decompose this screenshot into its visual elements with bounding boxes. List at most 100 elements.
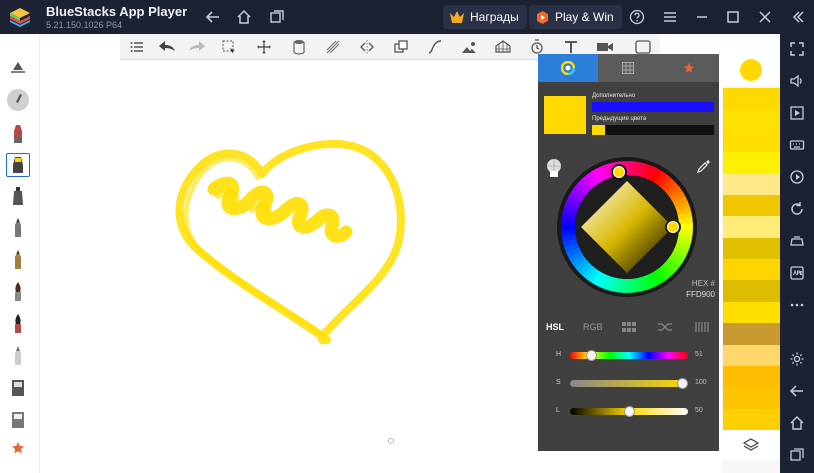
palette-swatch[interactable]	[723, 152, 780, 174]
rotate-icon[interactable]	[786, 198, 808, 220]
menu-icon[interactable]	[659, 6, 681, 28]
perspective-icon[interactable]	[492, 36, 514, 58]
saturation-slider-knob[interactable]	[677, 378, 688, 389]
list-icon[interactable]	[126, 36, 148, 58]
color-wheel-icon	[561, 61, 575, 75]
bars-mode-icon[interactable]	[695, 322, 709, 332]
layers-button[interactable]	[722, 430, 780, 460]
hex-value[interactable]: FFD900	[686, 290, 715, 299]
undo-icon[interactable]	[156, 36, 178, 58]
fountain-pen-icon[interactable]	[6, 248, 30, 272]
extra-colors-label: Дополнительно	[592, 93, 636, 99]
drawing-canvas[interactable]	[40, 34, 540, 473]
airbrush-icon[interactable]	[6, 153, 30, 177]
extra-color-bar[interactable]	[592, 102, 714, 112]
spray-icon[interactable]	[6, 184, 30, 208]
fullscreen-icon[interactable]	[786, 38, 808, 60]
play-win-label: Play & Win	[555, 10, 614, 24]
apk-icon[interactable]	[786, 262, 808, 284]
settings-icon[interactable]	[786, 348, 808, 370]
mode-rgb-tab[interactable]: RGB	[583, 322, 603, 332]
eyedropper-icon[interactable]	[696, 158, 712, 174]
palette-swatch[interactable]	[723, 301, 780, 324]
layers-stack-icon[interactable]	[288, 36, 310, 58]
curve-icon[interactable]	[424, 36, 446, 58]
ink-brush-icon[interactable]	[6, 312, 30, 336]
hue-slider-knob[interactable]	[586, 350, 597, 361]
marker-icon[interactable]	[6, 122, 30, 146]
right-sidebar	[780, 34, 814, 473]
grid-icon	[622, 62, 634, 74]
keyboard-icon[interactable]	[786, 134, 808, 156]
volume-icon[interactable]	[786, 70, 808, 92]
previous-color-chip[interactable]	[592, 125, 605, 135]
canvas-handle[interactable]	[388, 438, 394, 444]
android-home-icon[interactable]	[786, 412, 808, 434]
lightness-label: L	[556, 407, 560, 414]
collapse-sidebar-icon[interactable]	[787, 6, 809, 28]
pen-icon[interactable]	[6, 216, 30, 240]
previous-colors-bar[interactable]	[592, 125, 714, 135]
transform-icon[interactable]	[390, 36, 412, 58]
hue-label: H	[556, 351, 562, 358]
color-tabs	[538, 54, 719, 82]
eraser-icon[interactable]	[6, 376, 30, 400]
rewards-button[interactable]: Награды	[443, 5, 527, 29]
palette-swatch[interactable]	[723, 323, 780, 345]
android-back-icon[interactable]	[786, 380, 808, 402]
lightness-slider-knob[interactable]	[624, 406, 635, 417]
gamepad-icon[interactable]	[786, 230, 808, 252]
crown-icon	[450, 11, 464, 23]
close-icon[interactable]	[754, 6, 776, 28]
favorites-tab[interactable]	[658, 54, 719, 82]
stamp-icon[interactable]	[6, 408, 30, 432]
redo-icon[interactable]	[186, 36, 208, 58]
current-color-swatch[interactable]	[544, 96, 586, 134]
recent-apps-icon[interactable]	[786, 444, 808, 466]
multi-instance-icon[interactable]	[266, 6, 288, 28]
palette-swatch[interactable]	[723, 88, 780, 110]
color-wheel-tab[interactable]	[538, 54, 598, 82]
saturation-value: 100	[695, 379, 707, 386]
minimize-icon[interactable]	[691, 6, 713, 28]
palette-swatch[interactable]	[723, 365, 780, 388]
brush-icon[interactable]	[6, 280, 30, 304]
brush-size-icon[interactable]	[6, 88, 30, 112]
palette-swatch[interactable]	[723, 344, 780, 367]
back-icon[interactable]	[202, 6, 224, 28]
move-icon[interactable]	[253, 36, 275, 58]
mode-hsl-tab[interactable]: HSL	[546, 322, 564, 332]
palette-swatch[interactable]	[723, 130, 780, 153]
palette-swatch[interactable]	[723, 216, 780, 239]
ruler-icon[interactable]	[6, 56, 30, 80]
macro-icon[interactable]	[786, 166, 808, 188]
favorite-star-icon[interactable]	[6, 436, 30, 460]
palette-swatch[interactable]	[723, 173, 780, 196]
palette-swatch[interactable]	[723, 194, 780, 217]
shuffle-icon[interactable]	[657, 322, 673, 332]
color-wheel[interactable]	[557, 157, 697, 297]
palette-swatch[interactable]	[723, 387, 780, 410]
previous-colors-label: Предыдущие цвета	[592, 116, 647, 122]
palette-swatch[interactable]	[723, 280, 780, 303]
home-icon[interactable]	[233, 6, 255, 28]
play-win-button[interactable]: Play & Win	[529, 5, 622, 29]
color-grid-tab[interactable]	[598, 54, 658, 82]
selection-icon[interactable]	[218, 36, 240, 58]
palette-swatch[interactable]	[723, 109, 780, 132]
palette-swatch[interactable]	[723, 408, 780, 431]
image-icon[interactable]	[458, 36, 480, 58]
blender-icon[interactable]	[6, 344, 30, 368]
symmetry-icon[interactable]	[356, 36, 378, 58]
palette-swatch[interactable]	[723, 259, 780, 281]
more-icon[interactable]	[786, 294, 808, 316]
current-color-dot[interactable]	[740, 59, 762, 81]
maximize-icon[interactable]	[722, 6, 744, 28]
fill-pattern-icon[interactable]	[322, 36, 344, 58]
help-icon[interactable]	[626, 6, 648, 28]
palette-swatch[interactable]	[723, 237, 780, 260]
play-win-icon	[537, 10, 548, 24]
saturation-slider[interactable]	[570, 380, 688, 387]
palette-mode-icon[interactable]	[622, 322, 636, 332]
media-manager-icon[interactable]	[786, 102, 808, 124]
